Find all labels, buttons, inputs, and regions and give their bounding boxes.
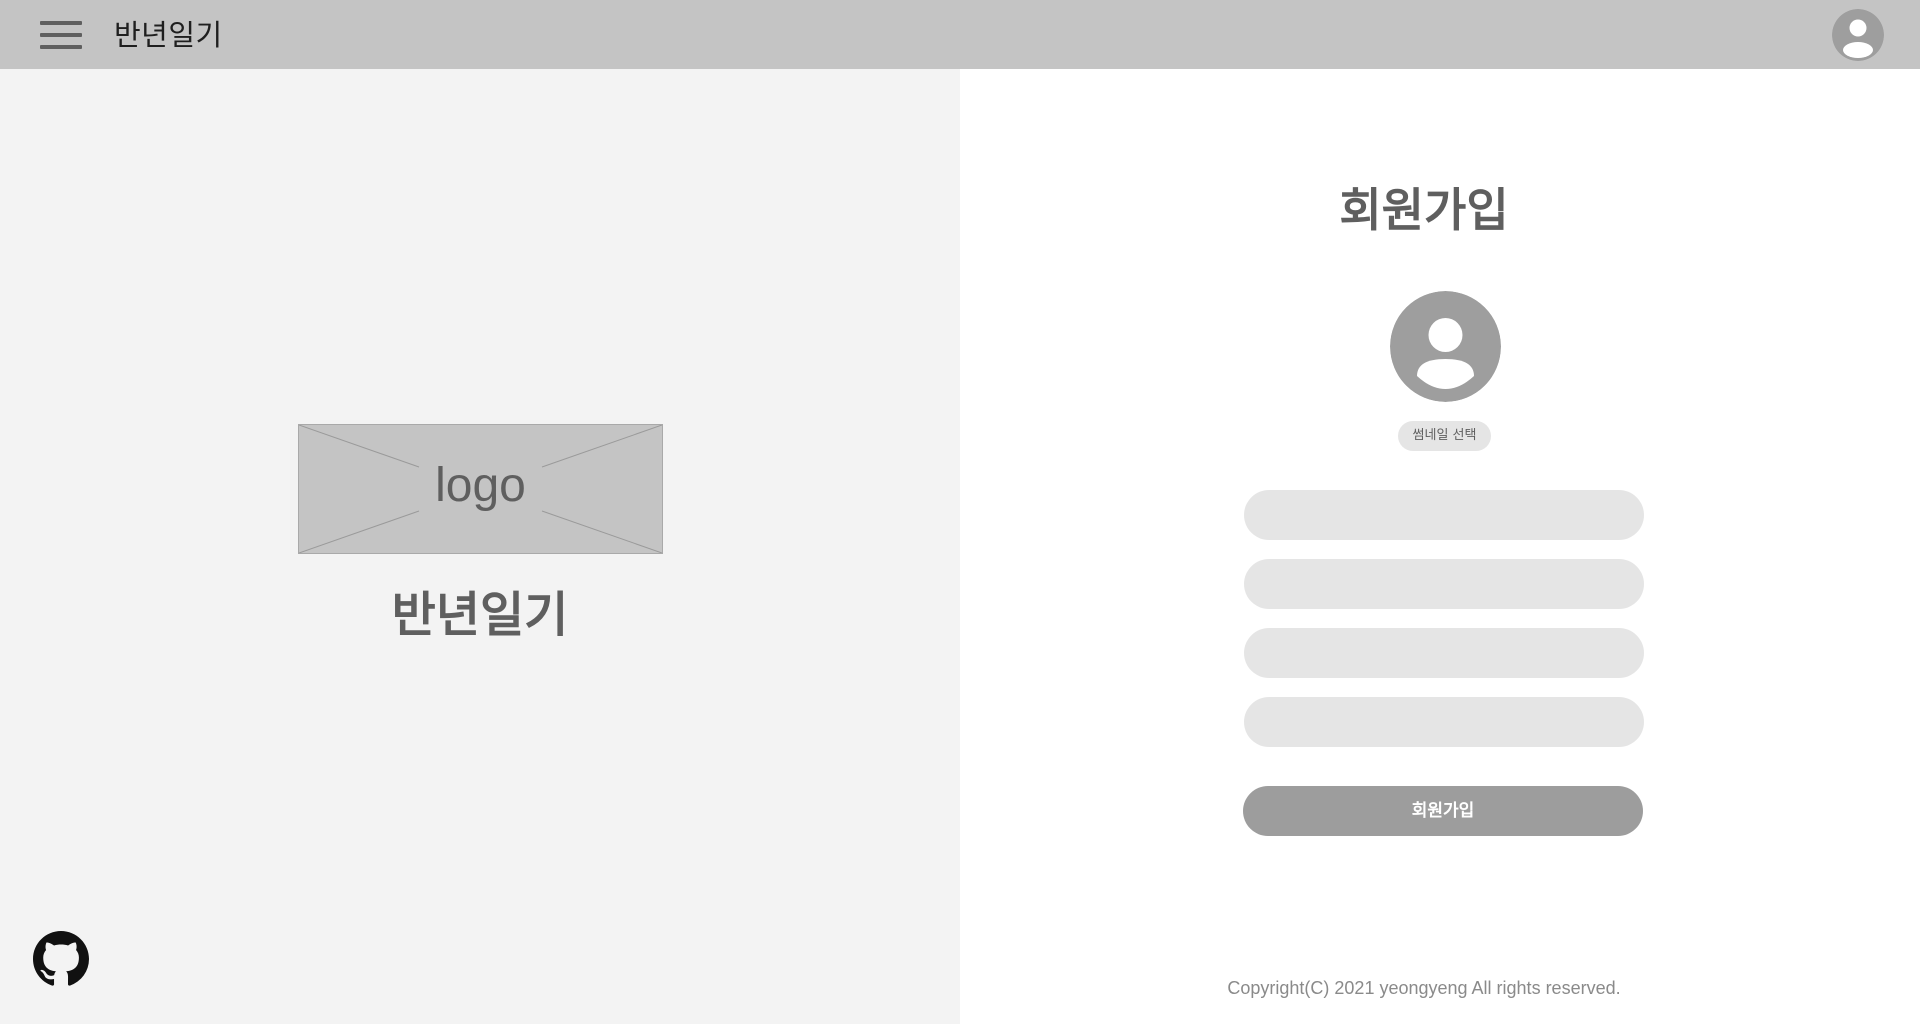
signup-submit-button[interactable]: 회원가입 (1243, 786, 1643, 836)
hamburger-menu-icon[interactable] (38, 19, 84, 51)
github-icon[interactable] (33, 931, 89, 987)
app-title[interactable]: 반년일기 (114, 16, 223, 54)
user-avatar-icon[interactable] (1832, 9, 1884, 61)
menu-line (40, 45, 82, 49)
top-bar: 반년일기 (0, 0, 1920, 69)
logo-text: logo (435, 459, 526, 512)
left-panel: logo 반년일기 (0, 69, 960, 1024)
user-avatar-icon (1390, 291, 1501, 402)
signup-field-3[interactable] (1244, 628, 1644, 678)
select-thumbnail-button[interactable]: 썸네일 선택 (1398, 421, 1491, 451)
copyright-text: Copyright(C) 2021 yeongyeng All rights r… (1227, 978, 1621, 998)
signup-field-4[interactable] (1244, 697, 1644, 747)
menu-line (40, 21, 82, 25)
signup-panel: 회원가입 썸네일 선택 회원가입 Copyright(C) 2021 yeong… (960, 69, 1920, 1024)
logo-placeholder: logo (298, 424, 663, 554)
menu-line (40, 33, 82, 37)
signup-field-2[interactable] (1244, 559, 1644, 609)
signup-heading: 회원가입 (1339, 183, 1509, 237)
signup-field-1[interactable] (1244, 490, 1644, 540)
brand-name: 반년일기 (391, 587, 569, 643)
